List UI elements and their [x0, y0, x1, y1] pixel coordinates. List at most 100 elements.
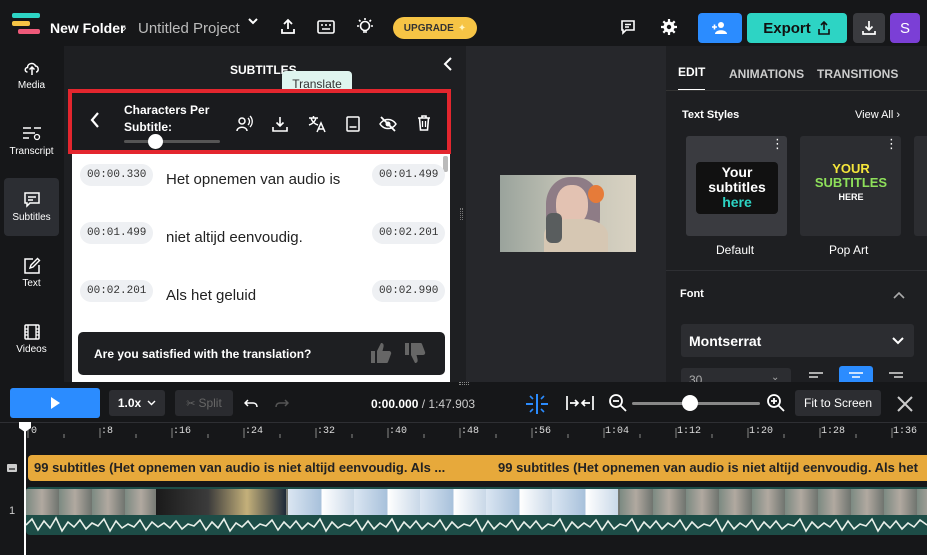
align-center-button[interactable] [839, 366, 873, 382]
subtitle-text[interactable]: Het opnemen van audio is [166, 171, 340, 188]
style-card-default[interactable]: ⋮ Your subtitles here [686, 136, 787, 236]
ruler-minor-ticks [27, 428, 893, 438]
timeline-resize-handle[interactable] [459, 382, 469, 385]
comments-icon[interactable] [620, 19, 636, 40]
font-select[interactable]: Montserrat [681, 324, 914, 357]
project-title[interactable]: Untitled Project [138, 20, 240, 37]
translate-icon[interactable] [307, 114, 327, 139]
download-button[interactable] [853, 13, 885, 43]
sidebar-item-subtitles[interactable]: Subtitles [4, 178, 59, 236]
time-separator: / [418, 397, 429, 411]
table-row[interactable]: 00:02.201 Als het geluid 00:02.990 [80, 270, 450, 326]
trash-icon[interactable] [416, 114, 432, 137]
playhead[interactable] [24, 422, 26, 555]
redo-icon[interactable] [275, 397, 290, 415]
sidebar-item-media[interactable]: Media [4, 46, 59, 104]
subtitle-start-time[interactable]: 00:00.330 [80, 164, 154, 186]
preview-line: subtitles [708, 179, 766, 195]
tab-edit[interactable]: EDIT [678, 63, 706, 91]
snap-icon[interactable] [524, 393, 550, 420]
subtitle-track-clip[interactable]: 99 subtitles (Het opnemen van audio is n… [28, 455, 927, 481]
keyboard-icon[interactable] [317, 20, 335, 39]
export-button[interactable]: Export [747, 13, 847, 43]
chevron-up-icon[interactable] [892, 287, 906, 305]
play-button[interactable] [10, 388, 100, 418]
more-options-icon[interactable]: ⋮ [771, 137, 784, 150]
thumbs-up-icon[interactable] [369, 342, 393, 369]
chevron-down-icon [891, 334, 905, 352]
lightbulb-icon[interactable] [355, 17, 375, 42]
zoom-slider-thumb[interactable] [682, 395, 698, 411]
chars-slider-thumb[interactable] [148, 134, 163, 149]
app-logo[interactable] [12, 13, 40, 35]
preview-line: HERE [838, 192, 864, 202]
avatar[interactable]: S [890, 13, 920, 43]
upgrade-button[interactable]: UPGRADE ✦ [393, 17, 477, 39]
zoom-out-icon[interactable] [608, 393, 628, 418]
zoom-in-icon[interactable] [766, 393, 786, 418]
current-time: 0:00.000 [371, 397, 419, 411]
close-icon[interactable] [896, 395, 914, 418]
panel-resize-handle[interactable] [460, 208, 463, 220]
subtitle-text[interactable]: niet altijd eenvoudig. [166, 229, 303, 246]
chars-slider-track[interactable] [124, 140, 220, 143]
split-button[interactable]: ✂ Split [175, 390, 233, 416]
avatar-letter: S [899, 19, 910, 37]
fit-to-screen-button[interactable]: Fit to Screen [795, 390, 881, 416]
cloud-upload-icon [24, 62, 39, 75]
subtitle-end-time[interactable]: 00:02.201 [372, 222, 446, 244]
font-size-select[interactable]: 30 ⌄ [681, 368, 791, 382]
subtitle-start-time[interactable]: 00:01.499 [80, 222, 154, 244]
preview-line: YOUR [832, 161, 870, 176]
font-value: Montserrat [689, 333, 762, 349]
speed-select[interactable]: 1.0x [109, 390, 165, 416]
subtitle-text[interactable]: Als het geluid [166, 287, 256, 304]
sidebar-item-label: Videos [16, 344, 47, 355]
invite-user-button[interactable] [698, 13, 742, 43]
video-preview-area [466, 46, 666, 382]
thumbs-down-icon[interactable] [403, 342, 427, 369]
align-left-button[interactable] [803, 368, 829, 382]
left-sidebar: Media Transcript Subtitles Text Videos [0, 46, 64, 382]
sidebar-item-videos[interactable]: Videos [4, 310, 59, 368]
gear-icon[interactable] [660, 18, 678, 41]
tab-animations[interactable]: ANIMATIONS [729, 65, 804, 83]
tab-transitions[interactable]: TRANSITIONS [817, 65, 898, 83]
more-options-icon[interactable]: ⋮ [885, 137, 898, 150]
fit-arrows-icon[interactable] [566, 395, 594, 416]
chevron-down-icon[interactable] [246, 14, 260, 33]
style-card-pop-art[interactable]: ⋮ YOUR SUBTITLES HERE [800, 136, 901, 236]
video-track-clip[interactable] [26, 487, 927, 535]
time-readout: 0:00.000 / 1:47.903 [371, 397, 475, 411]
subtitle-track-text: 99 subtitles (Het opnemen van audio is n… [34, 460, 446, 475]
back-icon[interactable] [88, 110, 102, 135]
preview-line: here [722, 194, 752, 210]
subtitle-end-time[interactable]: 00:01.499 [372, 164, 446, 186]
share-upload-icon[interactable] [279, 18, 297, 41]
subtitle-track-text-2: 99 subtitles (Het opnemen van audio is n… [498, 460, 918, 475]
sidebar-item-text[interactable]: Text [4, 244, 59, 302]
folder-name[interactable]: New Folder [50, 20, 125, 36]
burn-in-subtitles-icon[interactable] [345, 115, 361, 138]
align-right-button[interactable] [883, 368, 909, 382]
subtitle-end-time[interactable]: 00:02.990 [372, 280, 446, 302]
undo-icon[interactable] [243, 397, 258, 415]
subtitle-start-time[interactable]: 00:02.201 [80, 280, 154, 302]
view-all-link[interactable]: View All › [855, 109, 900, 121]
style-card-partial[interactable] [914, 136, 927, 236]
collapse-panel-icon[interactable] [441, 56, 455, 77]
split-label: Split [198, 396, 222, 410]
sidebar-item-transcript[interactable]: Transcript [4, 112, 59, 170]
fit-label: Fit to Screen [803, 396, 873, 410]
download-subtitles-icon[interactable] [271, 115, 289, 138]
table-row[interactable]: 00:01.499 niet altijd eenvoudig. 00:02.2… [80, 212, 450, 268]
align-left-icon [809, 372, 823, 378]
tab-divider [666, 90, 927, 91]
voice-icon[interactable] [235, 115, 253, 138]
text-edit-icon [23, 257, 40, 274]
download-icon [862, 21, 876, 35]
section-divider [666, 270, 927, 271]
hide-subtitles-icon[interactable] [378, 115, 398, 138]
video-frame[interactable] [500, 175, 636, 252]
table-row[interactable]: 00:00.330 Het opnemen van audio is 00:01… [80, 154, 450, 210]
